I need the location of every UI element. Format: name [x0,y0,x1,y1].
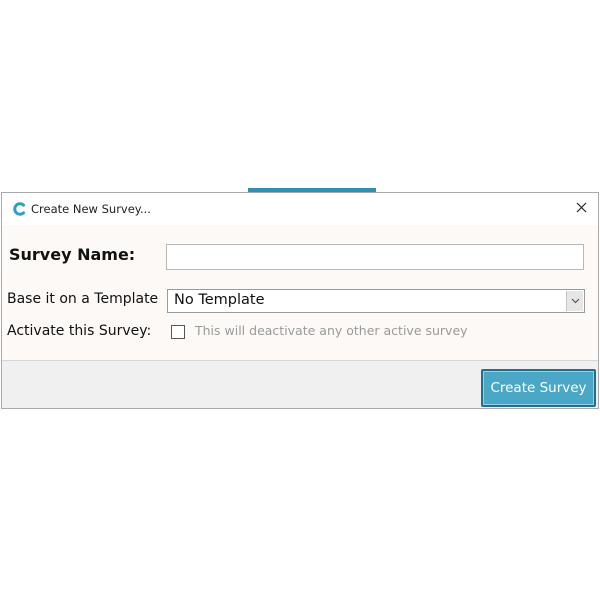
dialog-footer: Create Survey [2,360,598,408]
app-logo-icon [12,202,26,216]
create-survey-button[interactable]: Create Survey [481,369,596,407]
template-label: Base it on a Template [7,291,159,307]
page: Create New Survey... Survey Name: Base i… [0,0,600,600]
template-select[interactable]: No Template [167,289,585,313]
activate-note: This will deactivate any other active su… [195,323,468,338]
chevron-down-icon[interactable] [566,291,583,311]
dialog-body: Survey Name: Base it on a Template No Te… [2,225,598,360]
close-icon [576,200,587,218]
dialog-titlebar: Create New Survey... [2,193,598,225]
survey-name-input[interactable] [166,244,584,270]
template-selected-value: No Template [174,292,265,308]
create-survey-dialog: Create New Survey... Survey Name: Base i… [1,192,599,409]
activate-checkbox[interactable] [171,325,185,339]
survey-name-label: Survey Name: [9,245,136,264]
dialog-title: Create New Survey... [31,202,151,216]
activate-label: Activate this Survey: [7,323,152,339]
close-button[interactable] [570,199,592,219]
